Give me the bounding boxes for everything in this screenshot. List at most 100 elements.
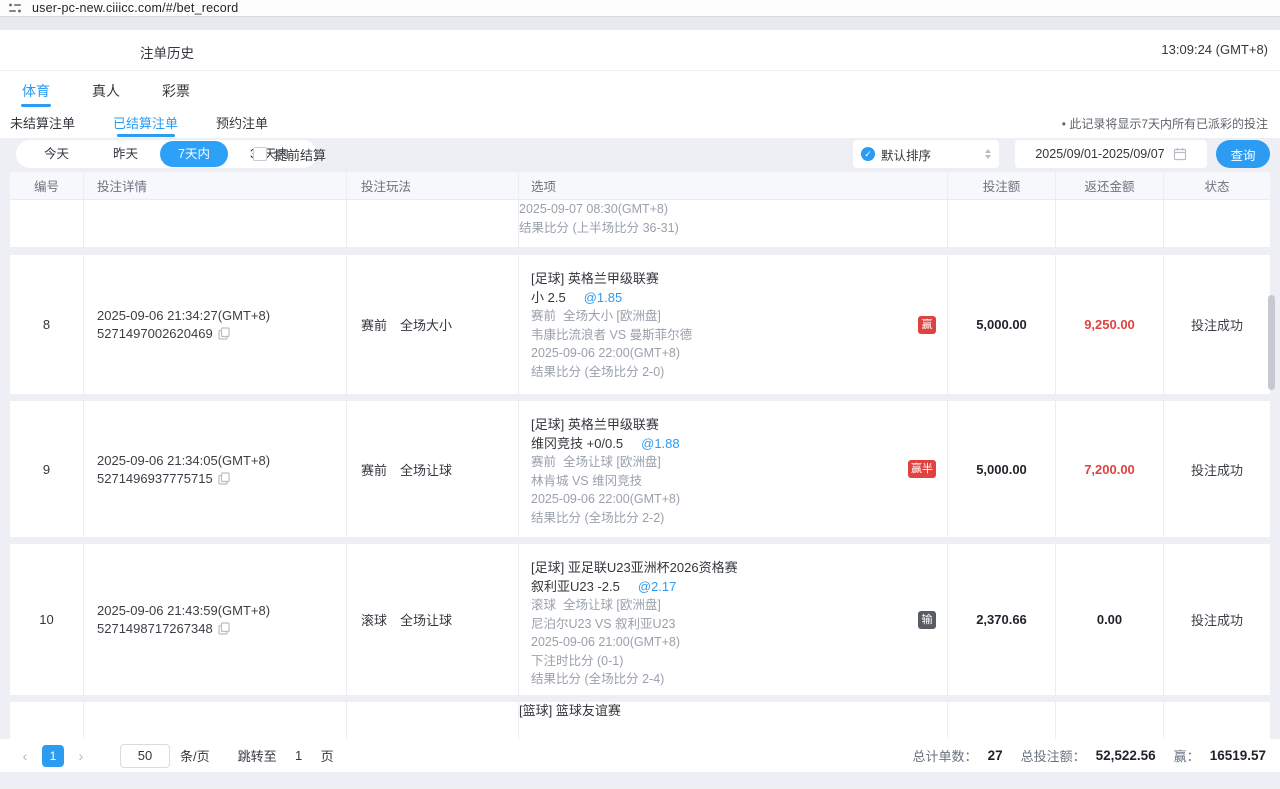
sub-tabs: 未结算注单 已结算注单 预约注单 • 此记录将显示7天内所有已派彩的投注 xyxy=(0,107,1280,138)
payout-amount: 9,250.00 xyxy=(1056,255,1164,394)
result-score: 结果比分 (全场比分 2-0) xyxy=(531,363,935,382)
subtab-unsettled[interactable]: 未结算注单 xyxy=(10,113,75,138)
odds: @1.85 xyxy=(584,289,623,308)
calendar-icon xyxy=(1173,147,1187,161)
result-score: 结果比分 (上半场比分 36-31) xyxy=(519,219,947,238)
col-play: 投注玩法 xyxy=(347,172,519,199)
league: [篮球] 篮球友谊赛 xyxy=(519,702,947,721)
col-id: 编号 xyxy=(10,172,84,199)
main-tabs: 体育 真人 彩票 xyxy=(0,71,1280,107)
payout-amount: 7,200.00 xyxy=(1056,401,1164,537)
footer-bar: ‹ 1 › 条/页 跳转至 页 总计单数： 27 总投注额： 52,522.56… xyxy=(0,739,1280,772)
table-row: 9 2025-09-06 21:34:05(GMT+8) 52714969377… xyxy=(10,401,1270,537)
page-title: 注单历史 xyxy=(140,42,194,62)
total-stake-value: 52,522.56 xyxy=(1096,748,1156,763)
match-time: 2025-09-06 22:00(GMT+8) xyxy=(531,490,935,509)
sort-selected-value: 默认排序 xyxy=(881,145,979,164)
match-teams: 林肯城 VS 维冈竞技 xyxy=(531,472,935,491)
early-settle-checkbox[interactable] xyxy=(253,147,267,161)
stake-amount: 2,370.66 xyxy=(948,544,1056,695)
totals-summary: 总计单数： 27 总投注额： 52,522.56 赢： 16519.57 xyxy=(913,746,1280,765)
match-teams: 韦康比流浪者 VS 曼斯菲尔德 xyxy=(531,326,935,345)
record-note: • 此记录将显示7天内所有已派彩的投注 xyxy=(1062,115,1268,132)
url-text[interactable]: user-pc-new.ciiicc.com/#/bet_record xyxy=(32,1,238,15)
play-market: 全场让球 xyxy=(400,610,452,629)
sort-caret-icon xyxy=(985,149,991,159)
copy-icon[interactable] xyxy=(218,622,230,635)
next-page-icon[interactable]: › xyxy=(74,748,88,764)
date-range-picker[interactable]: 2025/09/01-2025/09/07 xyxy=(1015,140,1207,168)
result-badge: 赢半 xyxy=(908,460,936,478)
page-size-input[interactable] xyxy=(120,744,170,768)
vertical-scrollbar[interactable] xyxy=(1268,295,1275,390)
col-payout: 返还金额 xyxy=(1056,172,1164,199)
table-row-partial-top: 2025-09-07 08:30(GMT+8) 结果比分 (上半场比分 36-3… xyxy=(10,200,1270,247)
pick: 叙利亚U23 -2.5 xyxy=(531,578,620,597)
market-detail: 赛前 全场大小 [欧洲盘] xyxy=(531,307,935,326)
table-row-partial-bottom: [篮球] 篮球友谊赛 xyxy=(10,702,1270,739)
bet-table: 编号 投注详情 投注玩法 选项 投注额 返还金额 状态 2025-09-07 0… xyxy=(10,172,1270,739)
range-today[interactable]: 今天 xyxy=(22,140,91,168)
pick: 维冈竞技 +0/0.5 xyxy=(531,435,623,454)
early-settle-label: 提前结算 xyxy=(274,145,326,164)
play-market: 全场让球 xyxy=(400,460,452,479)
odds: @1.88 xyxy=(641,435,680,454)
market-detail: 滚球 全场让球 [欧洲盘] xyxy=(531,596,935,615)
pick: 小 2.5 xyxy=(531,289,566,308)
per-page-label: 条/页 xyxy=(180,746,210,765)
jump-to-label: 跳转至 xyxy=(238,746,277,765)
check-circle-icon: ✓ xyxy=(861,147,875,161)
copy-icon[interactable] xyxy=(218,327,230,340)
bet-number: 10 xyxy=(10,544,84,695)
bet-score: 下注时比分 (0-1) xyxy=(531,652,935,671)
page-word-label: 页 xyxy=(321,746,334,765)
range-yesterday[interactable]: 昨天 xyxy=(91,140,160,168)
odds: @2.17 xyxy=(638,578,677,597)
bet-number: 9 xyxy=(10,401,84,537)
match-teams: 尼泊尔U23 VS 叙利亚U23 xyxy=(531,615,935,634)
ticket-id: 5271497002620469 xyxy=(97,326,213,341)
browser-address-bar[interactable]: user-pc-new.ciiicc.com/#/bet_record xyxy=(0,0,1280,17)
tab-live[interactable]: 真人 xyxy=(92,81,120,107)
result-score: 结果比分 (全场比分 2-4) xyxy=(531,670,935,689)
total-stake-label: 总投注额： xyxy=(1021,746,1086,765)
table-header: 编号 投注详情 投注玩法 选项 投注额 返还金额 状态 xyxy=(10,172,1270,200)
ticket-id: 5271496937775715 xyxy=(97,471,213,486)
total-count-label: 总计单数： xyxy=(913,746,978,765)
total-count-value: 27 xyxy=(988,748,1003,763)
bet-time: 2025-09-06 21:34:05(GMT+8) xyxy=(97,453,346,468)
bet-time: 2025-09-06 21:34:27(GMT+8) xyxy=(97,308,346,323)
bet-status: 投注成功 xyxy=(1164,401,1270,537)
subtab-reserved[interactable]: 预约注单 xyxy=(216,113,268,138)
bet-status: 投注成功 xyxy=(1164,255,1270,394)
league: [足球] 英格兰甲级联赛 xyxy=(531,416,935,435)
page-header: 注单历史 13:09:24 (GMT+8) 体育 真人 彩票 未结算注单 已结算… xyxy=(0,30,1280,138)
top-band xyxy=(0,17,1280,30)
tab-lottery[interactable]: 彩票 xyxy=(162,81,190,107)
jump-page-input[interactable] xyxy=(287,745,311,767)
match-time: 2025-09-07 08:30(GMT+8) xyxy=(519,200,947,219)
col-detail: 投注详情 xyxy=(84,172,347,199)
sort-select[interactable]: ✓ 默认排序 xyxy=(853,140,999,168)
tab-sports[interactable]: 体育 xyxy=(22,81,50,107)
prev-page-icon[interactable]: ‹ xyxy=(18,748,32,764)
stake-amount: 5,000.00 xyxy=(948,401,1056,537)
range-7days[interactable]: 7天内 xyxy=(160,141,228,167)
date-range-value: 2025/09/01-2025/09/07 xyxy=(1035,147,1164,161)
col-stake: 投注额 xyxy=(948,172,1056,199)
result-score: 结果比分 (全场比分 2-2) xyxy=(531,509,935,528)
subtab-settled[interactable]: 已结算注单 xyxy=(113,113,178,138)
copy-icon[interactable] xyxy=(218,472,230,485)
clock: 13:09:24 (GMT+8) xyxy=(1161,42,1268,57)
page-1-button[interactable]: 1 xyxy=(42,745,64,767)
ticket-id: 5271498717267348 xyxy=(97,621,213,636)
early-settle-option[interactable]: 提前结算 xyxy=(253,140,326,168)
market-detail: 赛前 全场让球 [欧洲盘] xyxy=(531,453,935,472)
play-stage: 赛前 xyxy=(361,315,387,334)
query-button[interactable]: 查询 xyxy=(1216,140,1270,168)
play-stage: 赛前 xyxy=(361,460,387,479)
win-value: 16519.57 xyxy=(1210,748,1266,763)
table-row: 8 2025-09-06 21:34:27(GMT+8) 52714970026… xyxy=(10,255,1270,394)
browser-tab-icon xyxy=(8,2,22,14)
play-market: 全场大小 xyxy=(400,315,452,334)
